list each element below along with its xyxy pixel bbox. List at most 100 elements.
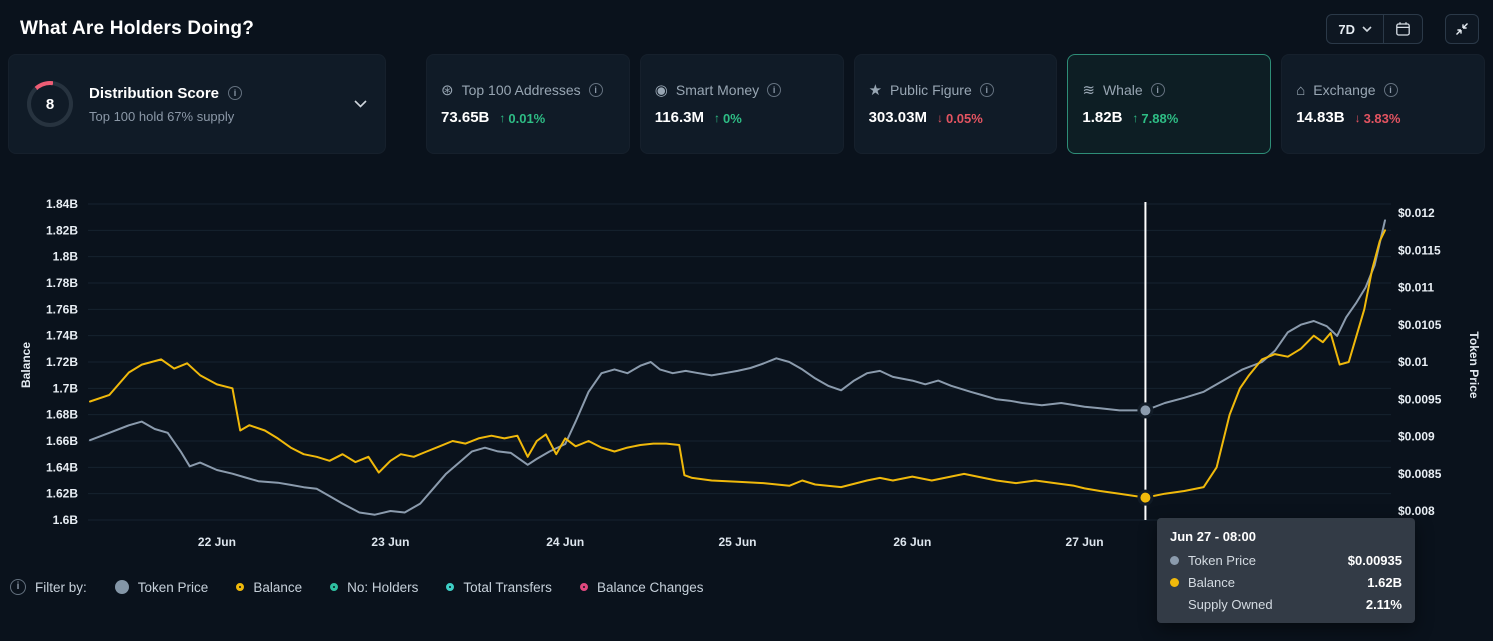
svg-text:1.74B: 1.74B — [46, 329, 78, 343]
legend-item-total-transfers[interactable]: Total Transfers — [446, 580, 552, 595]
token-price-dot-icon — [1170, 556, 1179, 565]
svg-text:1.84B: 1.84B — [46, 197, 78, 211]
stats-cards-row: 8 Distribution Score i Top 100 hold 67% … — [0, 54, 1493, 154]
svg-text:25 Jun: 25 Jun — [718, 535, 756, 549]
top-100-addresses-icon: ⊛ — [441, 83, 454, 98]
svg-text:26 Jun: 26 Jun — [893, 535, 931, 549]
stat-change: ↓3.83% — [1355, 111, 1401, 126]
tooltip-value: $0.00935 — [1348, 553, 1402, 568]
svg-text:1.64B: 1.64B — [46, 460, 78, 474]
stat-card-public-figure[interactable]: ★ Public Figure i 303.03M ↓0.05% — [854, 54, 1058, 154]
stat-label: Top 100 Addresses — [462, 82, 581, 98]
collapse-button[interactable] — [1445, 14, 1479, 44]
svg-text:24 Jun: 24 Jun — [546, 535, 584, 549]
info-icon[interactable]: i — [1151, 83, 1165, 97]
chart-canvas[interactable]: 1.84B1.82B1.8B1.78B1.76B1.74B1.72B1.7B1.… — [0, 190, 1493, 570]
distribution-score-card[interactable]: 8 Distribution Score i Top 100 hold 67% … — [8, 54, 386, 154]
stat-value: 1.82B — [1082, 109, 1122, 126]
info-icon[interactable]: i — [589, 83, 603, 97]
stat-label: Exchange — [1313, 82, 1375, 98]
timeframe-label: 7D — [1338, 22, 1355, 37]
stat-value: 73.65B — [441, 109, 489, 126]
down-arrow-icon: ↓ — [937, 111, 943, 125]
info-icon[interactable]: i — [10, 579, 26, 595]
stat-value: 116.3M — [655, 109, 704, 126]
stat-change: ↑0.01% — [499, 111, 545, 126]
tooltip-label: Token Price — [1188, 553, 1256, 568]
distribution-subtitle: Top 100 hold 67% supply — [89, 109, 242, 124]
tooltip-value: 2.11% — [1366, 597, 1402, 612]
tooltip-row-supply-owned: Supply Owned 2.11% — [1170, 597, 1402, 612]
timeframe-group: 7D — [1326, 14, 1423, 44]
svg-text:$0.011: $0.011 — [1398, 281, 1434, 295]
legend-item-no-holders[interactable]: No: Holders — [330, 580, 418, 595]
timeframe-select[interactable]: 7D — [1327, 15, 1383, 43]
stat-card-smart-money[interactable]: ◉ Smart Money i 116.3M ↑0% — [640, 54, 844, 154]
header-controls: 7D — [1326, 14, 1479, 44]
svg-text:1.7B: 1.7B — [53, 381, 79, 395]
stat-card-exchange[interactable]: ⌂ Exchange i 14.83B ↓3.83% — [1281, 54, 1485, 154]
token-price-dot-icon — [115, 580, 129, 594]
svg-text:1.68B: 1.68B — [46, 408, 78, 422]
distribution-score-gauge: 8 — [27, 81, 73, 127]
svg-text:$0.0085: $0.0085 — [1398, 467, 1442, 481]
svg-text:1.72B: 1.72B — [46, 355, 78, 369]
svg-text:$0.009: $0.009 — [1398, 430, 1435, 444]
legend-label: Token Price — [138, 580, 209, 595]
legend-item-balance[interactable]: Balance — [236, 580, 302, 595]
svg-text:$0.0115: $0.0115 — [1398, 243, 1441, 257]
stat-change: ↑7.88% — [1132, 111, 1178, 126]
smart-money-icon: ◉ — [655, 83, 668, 98]
info-icon[interactable]: i — [980, 83, 994, 97]
info-icon[interactable]: i — [1384, 83, 1398, 97]
svg-text:1.82B: 1.82B — [46, 223, 78, 237]
header: What Are Holders Doing? 7D — [0, 0, 1493, 54]
svg-text:27 Jun: 27 Jun — [1066, 535, 1104, 549]
transfers-ring-icon — [446, 583, 454, 591]
legend-label: Balance Changes — [597, 580, 704, 595]
svg-text:1.6B: 1.6B — [53, 513, 79, 527]
balance-changes-ring-icon — [580, 583, 588, 591]
stat-label: Public Figure — [890, 82, 972, 98]
svg-text:1.8B: 1.8B — [53, 250, 79, 264]
legend-label: No: Holders — [347, 580, 418, 595]
svg-text:$0.012: $0.012 — [1398, 206, 1435, 220]
distribution-score-label: Distribution Score — [89, 85, 219, 102]
legend-label: Total Transfers — [463, 580, 552, 595]
down-arrow-icon: ↓ — [1355, 111, 1361, 125]
svg-text:$0.008: $0.008 — [1398, 504, 1435, 518]
distribution-text: Distribution Score i Top 100 hold 67% su… — [89, 85, 242, 124]
chevron-down-icon — [1362, 26, 1372, 32]
svg-text:22 Jun: 22 Jun — [198, 535, 236, 549]
stat-value: 303.03M — [869, 109, 927, 126]
holders-ring-icon — [330, 583, 338, 591]
tooltip-title: Jun 27 - 08:00 — [1170, 529, 1402, 544]
stat-label: Whale — [1103, 82, 1143, 98]
exchange-icon: ⌂ — [1296, 83, 1305, 98]
svg-text:1.78B: 1.78B — [46, 276, 78, 290]
legend-label: Balance — [253, 580, 302, 595]
info-icon[interactable]: i — [767, 83, 781, 97]
holders-chart[interactable]: 1.84B1.82B1.8B1.78B1.76B1.74B1.72B1.7B1.… — [0, 190, 1493, 570]
svg-text:1.66B: 1.66B — [46, 434, 78, 448]
legend-item-balance-changes[interactable]: Balance Changes — [580, 580, 704, 595]
up-arrow-icon: ↑ — [1132, 111, 1138, 125]
stat-value: 14.83B — [1296, 109, 1344, 126]
chevron-down-icon[interactable] — [354, 100, 367, 108]
stat-card-top-100-addresses[interactable]: ⊛ Top 100 Addresses i 73.65B ↑0.01% — [426, 54, 630, 154]
up-arrow-icon: ↑ — [499, 111, 505, 125]
balance-dot-icon — [1170, 578, 1179, 587]
legend-item-token-price[interactable]: Token Price — [115, 580, 209, 595]
balance-ring-icon — [236, 583, 244, 591]
stat-change: ↑0% — [714, 111, 742, 126]
calendar-icon — [1395, 21, 1411, 37]
info-icon[interactable]: i — [228, 86, 242, 100]
stat-label: Smart Money — [676, 82, 759, 98]
filter-by-label: i Filter by: — [10, 579, 87, 595]
distribution-score-value: 8 — [27, 81, 73, 127]
page-title: What Are Holders Doing? — [20, 18, 254, 40]
stat-card-whale[interactable]: ≋ Whale i 1.82B ↑7.88% — [1067, 54, 1271, 154]
tooltip-label: Supply Owned — [1188, 597, 1273, 612]
calendar-button[interactable] — [1383, 15, 1422, 43]
svg-text:$0.0095: $0.0095 — [1398, 392, 1442, 406]
